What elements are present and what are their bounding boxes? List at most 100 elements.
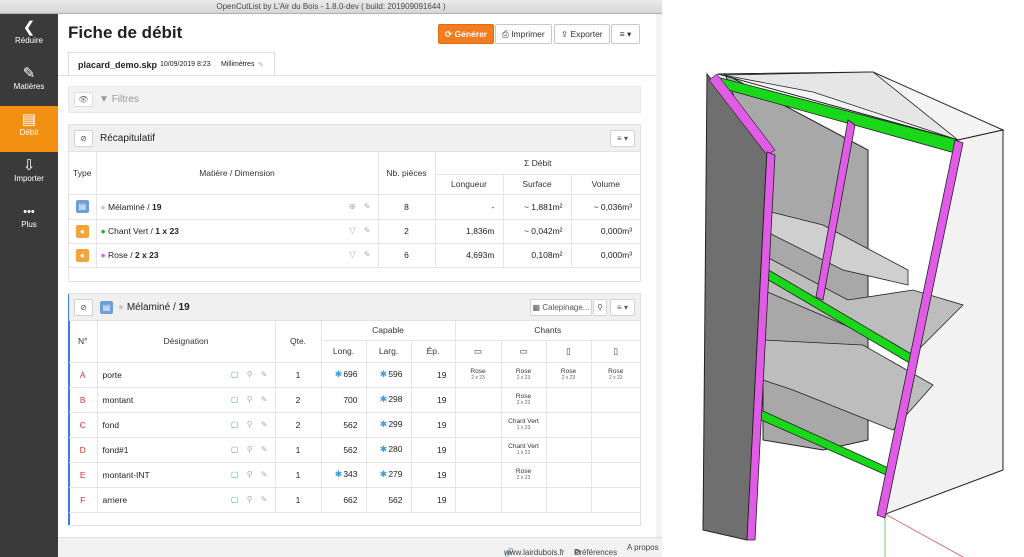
axis-red — [884, 513, 964, 557]
part-actions-icon[interactable]: ▢ ⚲ ✎ — [231, 470, 274, 479]
more-icon: ••• — [23, 206, 35, 218]
part-edge — [455, 487, 502, 513]
part-edge — [546, 462, 592, 488]
main-scrollbar[interactable] — [656, 14, 662, 537]
part-larg: 562 — [388, 494, 403, 505]
refresh-icon: ⟳ — [445, 29, 453, 39]
part-edge — [455, 387, 502, 413]
table-row[interactable]: Aporte ▢ ⚲ ✎ 1 ✱696 ✱596 19 Rose 2 x 23 Rose 2 x … — [69, 362, 640, 388]
generate-button[interactable]: ⟳ Générer — [438, 24, 495, 44]
edge-type-icon: ● — [75, 224, 89, 238]
part-actions-icon[interactable]: ▢ ⚲ ✎ — [231, 495, 274, 504]
row-length: 4,693m — [435, 243, 504, 268]
part-long: 696 — [343, 369, 358, 379]
col-capable: Capable — [321, 321, 456, 341]
sidebar-item-label: Réduire — [14, 36, 43, 45]
col-long: Long. — [321, 340, 367, 363]
cabinet-model — [702, 71, 1005, 557]
row-length: 1,836m — [435, 219, 504, 244]
sidebar-item-matieres[interactable]: ✎ Matières — [0, 60, 58, 106]
sketchup-3d-viewport[interactable] — [663, 0, 1024, 557]
part-letter: E — [69, 462, 98, 488]
hide-summary-icon[interactable]: ⊘ — [74, 130, 93, 147]
part-letter: D — [69, 437, 98, 463]
part-larg: 298 — [388, 394, 403, 404]
table-row[interactable]: Emontant-INT ▢ ⚲ ✎ 1 ✱343 ✱279 19 Rose 2 x 23 — [69, 462, 640, 488]
table-row[interactable]: ● ● Chant Vert / 1 x 23 ▽ ✎ 2 1,836m ~ 0… — [69, 219, 641, 244]
eye-icon[interactable]: 👁 — [74, 92, 93, 107]
part-ep: 19 — [411, 412, 456, 438]
row-area: ~ 1,881m² — [503, 194, 572, 220]
footer: 🔗 www.lairdubois.fr ⚙ Préférences A prop… — [58, 537, 662, 557]
material-color-icon: ● — [100, 226, 106, 236]
material-color-icon: ● — [100, 250, 106, 260]
filters-label: Filtres — [111, 94, 139, 105]
table-row[interactable]: Bmontant ▢ ⚲ ✎ 2 700 ✱298 19 Rose 2 x 23 — [69, 387, 640, 413]
row-count: 8 — [378, 194, 436, 220]
group-menu-button[interactable]: ≡ ▾ — [610, 299, 635, 316]
sidebar-item-plus[interactable]: ••• Plus — [0, 198, 58, 244]
col-no: N° — [69, 321, 98, 363]
panel-type-icon: ▤ — [100, 301, 113, 314]
funnel-icon: ▼ — [99, 94, 109, 105]
part-letter: C — [69, 412, 98, 438]
export-label: Exporter — [570, 29, 603, 39]
part-edge — [455, 412, 502, 438]
part-ep: 19 — [411, 437, 456, 463]
col-ep: Ép. — [411, 340, 456, 363]
row-actions-icon[interactable]: ▽ ✎ — [349, 226, 377, 235]
material-name: Chant Vert — [108, 226, 149, 236]
part-letter: B — [69, 387, 98, 413]
grain-star-icon: ✱ — [379, 369, 388, 379]
generate-label: Générer — [454, 29, 488, 39]
grain-star-icon: ✱ — [379, 394, 388, 404]
hide-group-icon[interactable]: ⊘ — [74, 299, 93, 316]
part-edge — [591, 437, 640, 463]
col-designation: Désignation — [97, 321, 276, 363]
part-qty: 1 — [275, 362, 322, 388]
table-row[interactable]: Dfond#1 ▢ ⚲ ✎ 1 562 ✱280 19 Chant Vert 1 x 23 — [69, 437, 640, 463]
about-link[interactable]: A propos — [627, 543, 659, 552]
part-ep: 19 — [411, 487, 456, 513]
sidebar-item-reduire[interactable]: ❮ Réduire — [0, 14, 58, 60]
part-actions-icon[interactable]: ▢ ⚲ ✎ — [231, 420, 274, 429]
table-row[interactable]: ▤ ● Mélaminé / 19 ⊕ ✎ 8 - ~ 1,881m² ~ 0,… — [69, 194, 641, 220]
print-label: Imprimer — [511, 29, 545, 39]
table-row[interactable]: Cfond ▢ ⚲ ✎ 2 562 ✱299 19 Chant Vert 1 x 23 — [69, 412, 640, 438]
part-actions-icon[interactable]: ▢ ⚲ ✎ — [231, 395, 274, 404]
table-row[interactable]: ● ● Rose / 2 x 23 ▽ ✎ 6 4,693m 0,108m² 0… — [69, 243, 641, 268]
part-actions-icon[interactable]: ▢ ⚲ ✎ — [231, 445, 274, 454]
group-settings-icon[interactable]: ⚲ — [593, 299, 607, 316]
header-menu-button[interactable]: ≡ ▾ — [611, 24, 640, 44]
summary-menu-button[interactable]: ≡ ▾ — [610, 130, 635, 147]
export-button[interactable]: ⇪ Exporter — [554, 24, 610, 44]
group-title: ● Mélaminé / 19 — [118, 302, 190, 313]
part-edge — [546, 437, 592, 463]
sidebar-item-debit[interactable]: ▤ Débit — [0, 106, 58, 152]
cutlist-icon: ▤ — [21, 111, 37, 128]
part-larg: 596 — [388, 369, 403, 379]
part-actions-icon[interactable]: ▢ ⚲ ✎ — [231, 370, 274, 379]
print-button[interactable]: ⎙ Imprimer — [495, 24, 552, 44]
window-titlebar: OpenCutList by L'Air du Bois - 1.8.0-dev… — [0, 0, 662, 14]
table-row[interactable]: Farriere ▢ ⚲ ✎ 1 662 562 19 — [69, 487, 640, 513]
row-actions-icon[interactable]: ▽ ✎ — [349, 250, 377, 259]
part-letter: A — [69, 362, 98, 388]
material-name: Mélaminé — [108, 201, 145, 212]
row-volume: 0,000m³ — [571, 219, 641, 244]
part-long: 562 — [343, 419, 358, 430]
sidebar-item-importer[interactable]: ⇩ Importer — [0, 152, 58, 198]
edit-icon[interactable]: ✎ — [258, 61, 264, 69]
calepinage-button[interactable]: ▦ Calepinage... — [530, 299, 592, 316]
document-tab[interactable]: placard_demo.skp 10/09/2019 8:23 Millimè… — [68, 52, 275, 76]
col-larg: Larg. — [366, 340, 412, 363]
part-name: fond — [102, 419, 120, 430]
edge-bottom-icon: ▭ — [501, 340, 547, 363]
row-actions-icon[interactable]: ⊕ ✎ — [349, 202, 377, 211]
filters-toggle[interactable]: ▼ Filtres — [99, 94, 139, 105]
part-letter: F — [69, 487, 98, 513]
part-edge — [591, 412, 640, 438]
document-units: Millimètres — [221, 61, 255, 68]
sidebar-item-label: Importer — [14, 174, 44, 183]
panel-type-icon: ▤ — [75, 200, 89, 213]
